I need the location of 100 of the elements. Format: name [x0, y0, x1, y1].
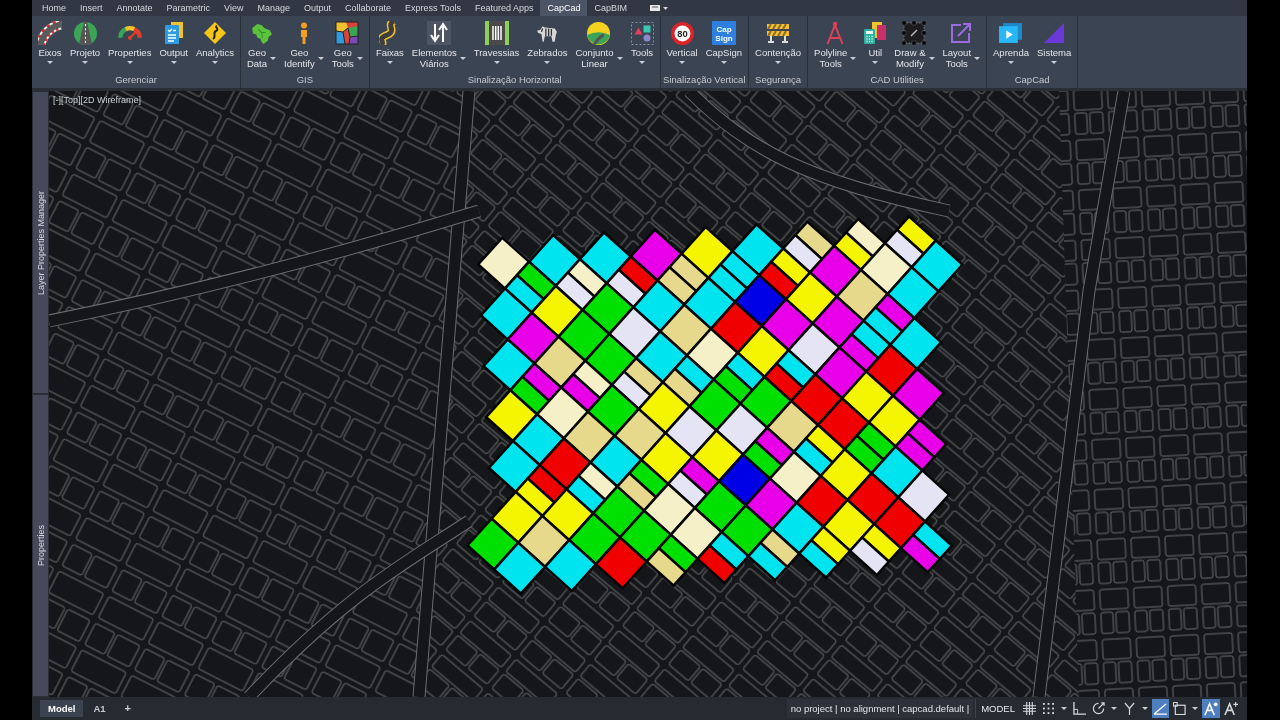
- status-toggle-button[interactable]: [1071, 699, 1088, 718]
- caret-icon[interactable]: [850, 56, 857, 60]
- play-icon: [999, 23, 1023, 43]
- right-angle-icon: [1073, 702, 1086, 715]
- caret-icon[interactable]: [493, 61, 500, 64]
- axes-icon: [1124, 702, 1135, 715]
- ribbon-button[interactable]: Cap Sign CapSign: [701, 20, 747, 74]
- status-toggle-button[interactable]: [1202, 699, 1220, 718]
- caret-icon[interactable]: [616, 56, 623, 60]
- curved-road-icon: [38, 21, 62, 45]
- ribbon-tab[interactable]: Express Tools: [398, 0, 468, 16]
- palette-tab[interactable]: Properties: [33, 395, 48, 696]
- palette-tab[interactable]: Layer Properties Manager: [33, 92, 48, 393]
- annotation-icon: [1204, 701, 1218, 716]
- zebra-icon: [536, 24, 559, 42]
- speed-limit-icon: 80: [670, 21, 694, 45]
- ribbon-button[interactable]: Analytics: [191, 20, 238, 74]
- landscape-icon: [587, 21, 611, 45]
- ribbon-button[interactable]: Util: [860, 20, 891, 74]
- layout-tab[interactable]: Model: [40, 700, 84, 717]
- external-link-icon: [951, 23, 972, 43]
- ribbon-button[interactable]: Eixos: [34, 20, 66, 74]
- ribbon-tab[interactable]: Parametric: [159, 0, 218, 16]
- dot-grid-icon: [1043, 703, 1054, 714]
- ribbon-button[interactable]: Properties: [104, 20, 156, 74]
- caret-icon[interactable]: [47, 61, 53, 64]
- map-tiles-icon: [335, 21, 360, 45]
- ribbon-button[interactable]: Zebrados: [523, 20, 572, 74]
- caret-icon[interactable]: [679, 61, 686, 64]
- ribbon-tab[interactable]: CapCad: [540, 0, 588, 16]
- road-circle-icon: [73, 21, 97, 45]
- ribbon-tab[interactable]: Manage: [250, 0, 297, 16]
- caret-icon[interactable]: [317, 56, 324, 60]
- ribbon-tab[interactable]: CapBIM: [587, 0, 634, 16]
- caret-icon[interactable]: [82, 61, 89, 64]
- caret-icon[interactable]: [720, 61, 727, 64]
- ribbon-button[interactable]: 80 Vertical: [662, 20, 702, 74]
- ribbon-tab[interactable]: Featured Apps: [467, 0, 541, 16]
- ribbon-tab[interactable]: Collaborate: [338, 0, 399, 16]
- compass-icon: [826, 21, 845, 45]
- status-toggle-button[interactable]: [1222, 699, 1240, 718]
- barrier-icon: [766, 23, 791, 43]
- panel-title: Gerenciar: [114, 74, 158, 87]
- status-toggle-button[interactable]: [1152, 699, 1169, 718]
- grid-icon: [1023, 702, 1036, 715]
- caret-icon[interactable]: [1061, 707, 1067, 710]
- caret-icon[interactable]: [126, 61, 133, 64]
- viewport-controls[interactable]: [-][Top][2D Wireframe]: [53, 95, 142, 106]
- ribbon-tab[interactable]: Output: [296, 0, 338, 16]
- ribbon-button[interactable]: Output: [155, 20, 192, 74]
- window-dropdown-icon[interactable]: [650, 4, 668, 12]
- caret-icon[interactable]: [1111, 707, 1117, 710]
- caret-icon[interactable]: [170, 61, 177, 64]
- ribbon-tab[interactable]: Home: [35, 0, 73, 16]
- caret-icon[interactable]: [356, 56, 363, 60]
- lane-arrows-icon: [426, 21, 451, 45]
- ribbon-button[interactable]: Elementos Viários: [407, 20, 470, 74]
- ribbon-button[interactable]: Geo Data: [242, 20, 281, 74]
- caret-icon[interactable]: [974, 56, 981, 60]
- caret-icon[interactable]: [872, 61, 879, 64]
- ribbon-button[interactable]: Projeto: [66, 20, 105, 74]
- caret-icon[interactable]: [639, 61, 645, 64]
- ribbon-button[interactable]: Contenção: [751, 20, 806, 74]
- status-toggle-button[interactable]: [1021, 699, 1038, 718]
- caret-icon[interactable]: [459, 56, 466, 60]
- caret-icon[interactable]: [386, 61, 393, 64]
- dashed-box-icon: [902, 21, 927, 45]
- new-layout-button[interactable]: +: [119, 700, 137, 717]
- caret-icon[interactable]: [1051, 61, 1058, 64]
- layout-tab[interactable]: A1: [85, 700, 114, 717]
- calculator-icon: [864, 22, 887, 44]
- ribbon-button[interactable]: Aprenda: [989, 20, 1033, 74]
- caret-icon[interactable]: [775, 61, 782, 64]
- ribbon-tab[interactable]: Annotate: [109, 0, 160, 16]
- caret-icon[interactable]: [211, 61, 218, 64]
- caret-icon[interactable]: [1008, 61, 1014, 64]
- ribbon-button[interactable]: Sistema: [1032, 20, 1076, 74]
- caret-icon[interactable]: [544, 61, 551, 64]
- ribbon-button[interactable]: Tools: [626, 20, 658, 74]
- caret-icon[interactable]: [928, 56, 935, 60]
- caret-icon[interactable]: [270, 56, 277, 60]
- ribbon-button[interactable]: Polyline Tools: [810, 20, 861, 74]
- ribbon-button[interactable]: Conjunto Linear: [571, 20, 627, 74]
- ribbon-button[interactable]: Layout Tools: [938, 20, 985, 74]
- ribbon-button[interactable]: Draw & Modify: [890, 20, 939, 74]
- clipboard-icon: [164, 22, 183, 44]
- annotation-icon: [1224, 701, 1238, 716]
- ribbon-button[interactable]: Geo Tools: [327, 20, 367, 74]
- caret-icon[interactable]: [1192, 707, 1198, 710]
- status-toggle-button[interactable]: [1171, 699, 1188, 718]
- angle-icon: [1154, 702, 1167, 715]
- person-icon: [299, 22, 308, 44]
- caret-icon[interactable]: [1142, 707, 1148, 710]
- ribbon-button[interactable]: Geo Identify: [280, 20, 328, 74]
- ribbon-button[interactable]: Faixas: [371, 20, 408, 74]
- ribbon-tab[interactable]: Insert: [73, 0, 110, 16]
- ribbon-button[interactable]: Travessias: [469, 20, 524, 74]
- model-space-button[interactable]: MODEL: [975, 699, 1020, 718]
- panel-title: Segurança: [754, 74, 803, 87]
- ribbon-tab[interactable]: View: [217, 0, 251, 16]
